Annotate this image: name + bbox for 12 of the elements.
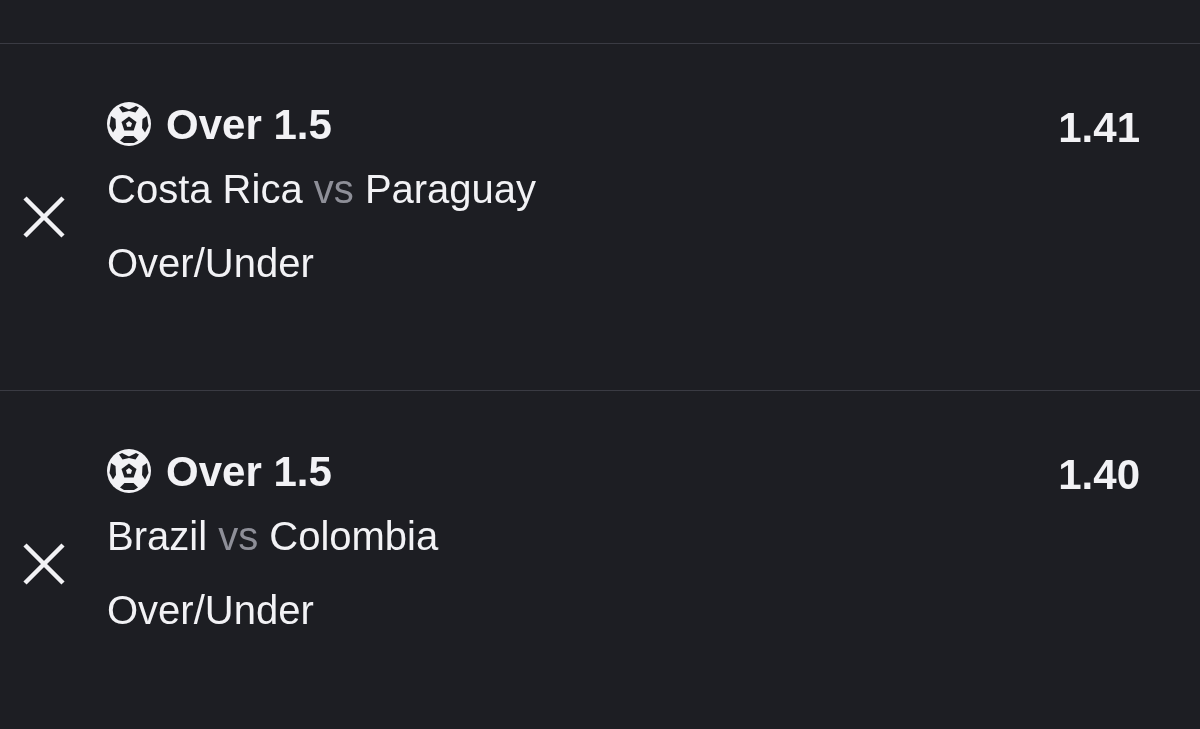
soccer-ball-icon [107, 101, 151, 146]
bet-selection: Over 1.5 [166, 448, 332, 496]
match-teams: Brazil vs Colombia [107, 513, 439, 560]
bet-selection: Over 1.5 [166, 101, 332, 149]
odds-value: 1.40 [1058, 451, 1140, 499]
soccer-ball-icon [107, 448, 151, 493]
odds-value: 1.41 [1058, 104, 1140, 152]
market-name: Over/Under [107, 240, 314, 287]
close-icon[interactable] [22, 542, 66, 586]
market-name: Over/Under [107, 587, 314, 634]
close-icon[interactable] [22, 195, 66, 239]
match-teams: Costa Rica vs Paraguay [107, 166, 537, 213]
